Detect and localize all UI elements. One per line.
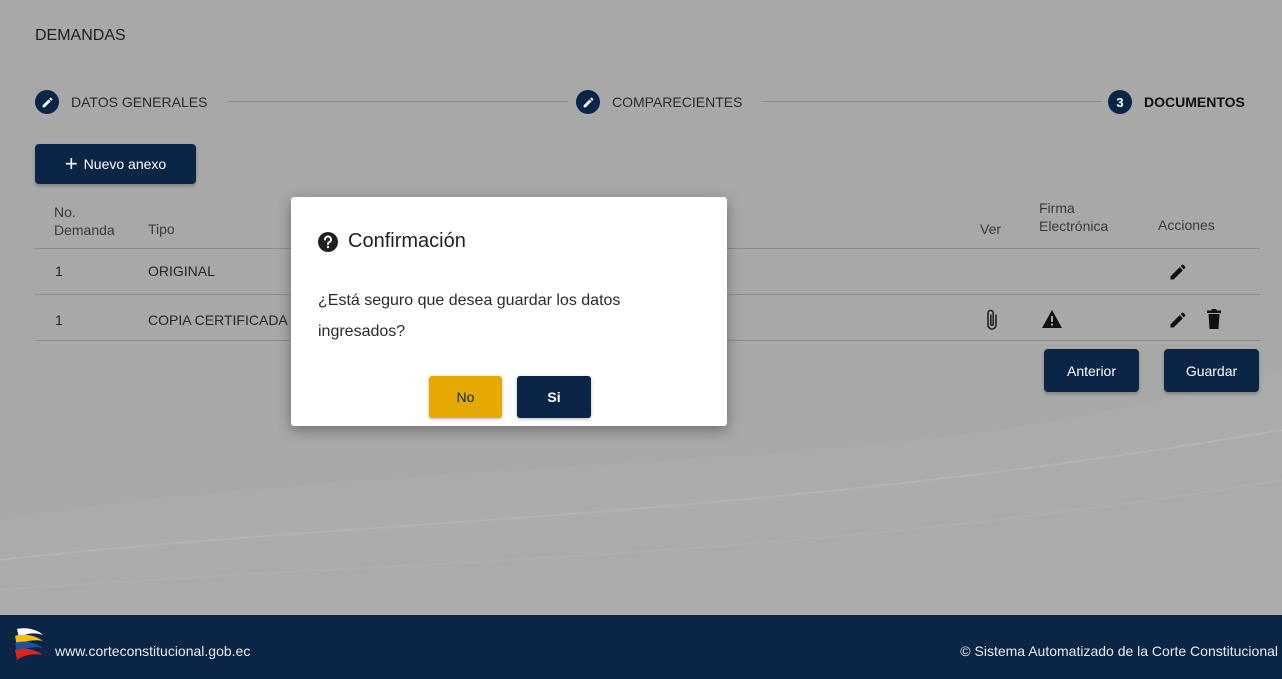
dialog-no-button[interactable]: No [429, 376, 502, 418]
header-tipo: Tipo [148, 221, 175, 237]
corte-constitucional-logo [15, 628, 43, 660]
question-circle-icon [318, 231, 338, 252]
step-label: DATOS GENERALES [71, 94, 208, 110]
step-documentos[interactable]: 3 DOCUMENTOS [1108, 89, 1245, 115]
step-3-circle: 3 [1108, 90, 1132, 114]
plus-icon: + [64, 151, 78, 176]
step-datos-generales[interactable]: DATOS GENERALES [35, 89, 207, 115]
header-firma-line1: Firma [1039, 200, 1075, 216]
paperclip-icon[interactable] [984, 308, 1000, 332]
warning-icon [1042, 310, 1062, 328]
step-2-circle [576, 90, 600, 114]
header-no-demanda: No. Demanda [54, 203, 115, 239]
dialog-title-text: Confirmación [348, 230, 466, 252]
header-no-demanda-line2: Demanda [54, 222, 115, 238]
cell-tipo: COPIA CERTIFICADA [148, 312, 288, 328]
cell-no: 1 [55, 312, 63, 328]
confirmation-dialog: Confirmación ¿Está seguro que desea guar… [291, 197, 727, 426]
stepper: DATOS GENERALES COMPARECIENTES 3 DOCUMEN… [35, 89, 1260, 117]
dialog-title: Confirmación [318, 230, 466, 253]
header-firma-electronica: Firma Electrónica [1039, 199, 1108, 235]
dialog-yes-button[interactable]: Si [517, 376, 591, 418]
page-title: DEMANDAS [35, 27, 126, 44]
header-no-demanda-line1: No. [54, 204, 76, 220]
back-button[interactable]: Anterior [1044, 349, 1139, 392]
step-label: DOCUMENTOS [1144, 94, 1245, 110]
pencil-icon [42, 97, 52, 107]
save-button[interactable]: Guardar [1164, 349, 1259, 392]
cell-tipo: ORIGINAL [148, 263, 215, 279]
cell-no: 1 [55, 263, 63, 279]
step-1-circle [35, 90, 59, 114]
footer-copyright: © Sistema Automatizado de la Corte Const… [960, 643, 1278, 659]
pencil-icon [583, 97, 593, 107]
new-annex-button[interactable]: + Nuevo anexo [35, 144, 196, 184]
trash-icon[interactable] [1206, 309, 1222, 329]
step-label: COMPARECIENTES [612, 94, 743, 110]
header-firma-line2: Electrónica [1039, 218, 1109, 234]
footer: www.corteconstitucional.gob.ec © Sistema… [0, 615, 1282, 679]
step-connector [761, 101, 1101, 102]
footer-website-link[interactable]: www.corteconstitucional.gob.ec [55, 643, 250, 659]
edit-icon[interactable] [1168, 310, 1188, 330]
edit-icon[interactable] [1168, 262, 1188, 282]
step-comparecientes[interactable]: COMPARECIENTES [576, 89, 742, 115]
header-ver: Ver [980, 221, 1002, 237]
new-annex-label: Nuevo anexo [83, 156, 167, 172]
step-connector [228, 101, 568, 102]
header-acciones: Acciones [1158, 217, 1215, 233]
dialog-message: ¿Está seguro que desea guardar los datos… [318, 292, 621, 340]
